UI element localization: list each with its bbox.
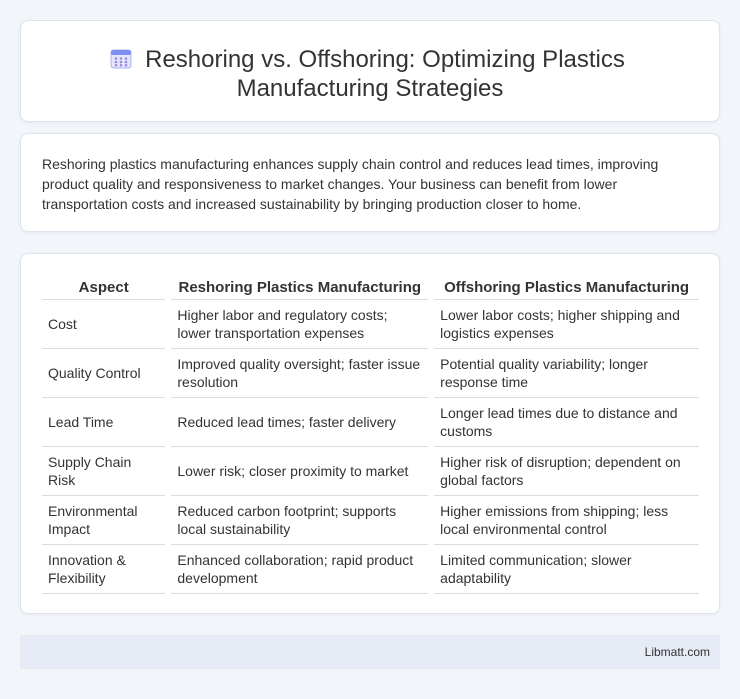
cell-reshoring: Lower risk; closer proximity to market — [171, 447, 429, 496]
cell-reshoring: Reduced carbon footprint; supports local… — [171, 496, 429, 545]
cell-reshoring: Higher labor and regulatory costs; lower… — [171, 300, 429, 349]
header-offshoring: Offshoring Plastics Manufacturing — [434, 276, 699, 300]
footer-bar: Libmatt.com — [20, 635, 720, 669]
cell-aspect: Environmental Impact — [42, 496, 166, 545]
cell-offshoring: Lower labor costs; higher shipping and l… — [434, 300, 699, 349]
page-title: Reshoring vs. Offshoring: Optimizing Pla… — [21, 45, 719, 103]
header-reshoring: Reshoring Plastics Manufacturing — [171, 276, 429, 300]
cell-aspect: Quality Control — [42, 349, 166, 398]
page-title-line1: Reshoring vs. Offshoring: Optimizing Pla… — [145, 46, 625, 73]
page-title-line2: Manufacturing Strategies — [236, 75, 504, 102]
cell-offshoring: Higher emissions from shipping; less loc… — [434, 496, 699, 545]
cell-reshoring: Improved quality oversight; faster issue… — [171, 349, 429, 398]
table-row: Quality Control Improved quality oversig… — [42, 349, 699, 398]
header-aspect: Aspect — [42, 276, 166, 300]
cell-aspect: Cost — [42, 300, 166, 349]
table-row: Cost Higher labor and regulatory costs; … — [42, 300, 699, 349]
comparison-table: Aspect Reshoring Plastics Manufacturing … — [36, 276, 705, 594]
table-header-row: Aspect Reshoring Plastics Manufacturing … — [42, 276, 699, 300]
cell-aspect: Lead Time — [42, 398, 166, 447]
intro-card: Reshoring plastics manufacturing enhance… — [20, 133, 720, 232]
cell-reshoring: Reduced lead times; faster delivery — [171, 398, 429, 447]
footer-site-link[interactable]: Libmatt.com — [645, 645, 710, 659]
cell-aspect: Supply Chain Risk — [42, 447, 166, 496]
cell-offshoring: Limited communication; slower adaptabili… — [434, 545, 699, 594]
cell-offshoring: Higher risk of disruption; dependent on … — [434, 447, 699, 496]
table-row: Supply Chain Risk Lower risk; closer pro… — [42, 447, 699, 496]
table-row: Environmental Impact Reduced carbon foot… — [42, 496, 699, 545]
cell-offshoring: Potential quality variability; longer re… — [434, 349, 699, 398]
cell-reshoring: Enhanced collaboration; rapid product de… — [171, 545, 429, 594]
intro-paragraph: Reshoring plastics manufacturing enhance… — [42, 156, 659, 212]
table-row: Innovation & Flexibility Enhanced collab… — [42, 545, 699, 594]
title-card: Reshoring vs. Offshoring: Optimizing Pla… — [20, 20, 720, 122]
cell-aspect: Innovation & Flexibility — [42, 545, 166, 594]
table-row: Lead Time Reduced lead times; faster del… — [42, 398, 699, 447]
cell-offshoring: Longer lead times due to distance and cu… — [434, 398, 699, 447]
comparison-card: Aspect Reshoring Plastics Manufacturing … — [20, 253, 720, 614]
